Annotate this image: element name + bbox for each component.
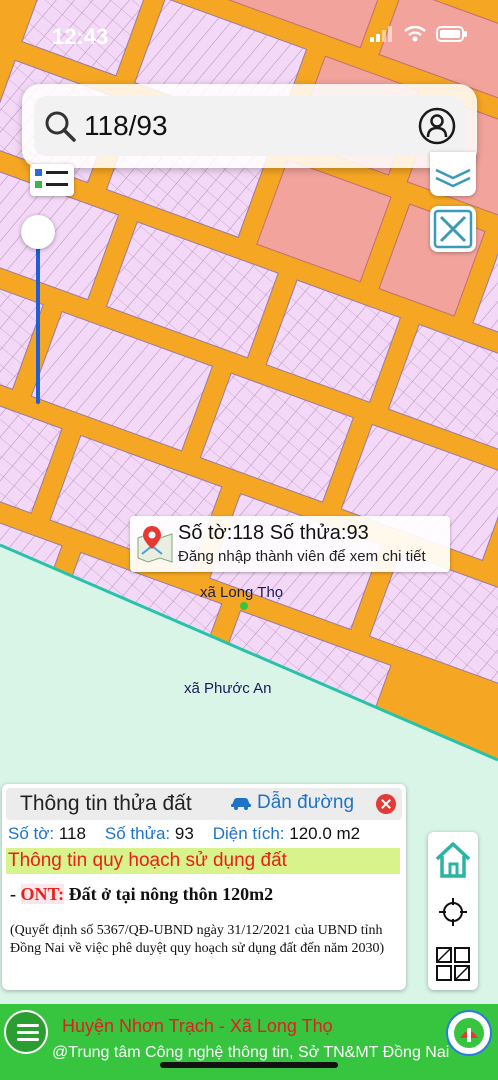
signal-icon <box>370 26 392 42</box>
directions-label: Dẫn đường <box>257 792 355 813</box>
commune-label-long-tho: xã Long Thọ <box>200 584 284 601</box>
info-panel-header: Thông tin thửa đất Dẫn đường <box>6 788 402 820</box>
sheet-label: Số tờ: <box>8 824 55 843</box>
grid-map-icon <box>436 947 470 981</box>
parcel-number-label: Số thửa: <box>104 824 171 843</box>
home-icon <box>435 842 471 878</box>
parcel-details-row: Số tờ: 118 Số thửa: 93 Diện tích: 120.0 … <box>8 824 360 844</box>
area-value: 120.0 m2 <box>289 824 361 843</box>
menu-icon-line <box>17 1038 39 1041</box>
search-input[interactable] <box>84 106 384 146</box>
status-icons <box>370 26 468 42</box>
locate-me-button[interactable] <box>428 886 478 938</box>
ruler-icon <box>433 209 473 249</box>
search-bar <box>22 84 477 168</box>
menu-icon-line <box>17 1024 39 1027</box>
footer-bar: Huyện Nhơn Trạch - Xã Long Thọ @Trung tâ… <box>0 1004 498 1080</box>
measure-tool-button[interactable] <box>430 206 476 252</box>
parcel-info-panel: Thông tin thửa đất Dẫn đường Số tờ: 118 … <box>2 784 406 990</box>
footer-district: Huyện Nhơn Trạch - Xã Long Thọ <box>62 1016 333 1036</box>
car-icon <box>231 798 251 810</box>
commune-label-phuoc-an: xã Phước An <box>184 680 272 697</box>
sheet-value: 118 <box>58 824 86 843</box>
area-label: Diện tích: <box>212 824 285 843</box>
map-pin-icon <box>137 526 173 563</box>
search-icon <box>45 111 76 142</box>
account-icon[interactable] <box>417 106 457 146</box>
land-use-plan-heading-text: Thông tin quy hoạch sử dụng đất <box>8 850 287 871</box>
layer-list-button[interactable] <box>30 164 74 196</box>
search-field[interactable] <box>34 96 465 156</box>
wifi-icon <box>404 26 426 42</box>
menu-button[interactable] <box>4 1010 48 1054</box>
info-panel-title: Thông tin thửa đất <box>20 792 192 815</box>
zone-prefix: - <box>10 884 21 904</box>
directions-button[interactable]: Dẫn đường <box>230 792 354 814</box>
status-bar: 12:43 <box>0 0 498 70</box>
department-logo-icon <box>446 1010 492 1056</box>
home-button[interactable] <box>428 834 478 886</box>
zone-line: - ONT: Đất ở tại nông thôn 120m2 <box>10 884 273 905</box>
parcel-popup[interactable]: Số tờ:118 Số thửa:93 Đăng nhập thành viê… <box>130 516 450 572</box>
zone-code: ONT: <box>20 884 65 904</box>
close-icon[interactable] <box>376 794 396 814</box>
plan-decision-text: (Quyết định số 5367/QĐ-UBND ngày 31/12/2… <box>10 923 385 956</box>
menu-icon-line <box>17 1031 39 1034</box>
land-use-plan-heading: Thông tin quy hoạch sử dụng đất <box>6 848 400 874</box>
zoom-slider-track[interactable] <box>36 228 40 404</box>
crosshair-icon <box>439 898 467 926</box>
popup-title: Số tờ:118 Số thửa:93 <box>178 522 369 544</box>
parcel-grid-button[interactable] <box>428 938 478 990</box>
zoom-slider-handle[interactable] <box>21 215 55 249</box>
parcel-number-value: 93 <box>174 824 194 843</box>
home-indicator <box>160 1062 338 1068</box>
status-time: 12:43 <box>52 24 109 49</box>
map-nav-stack <box>428 832 478 990</box>
footer-credit: @Trung tâm Công nghệ thông tin, Sở TN&MT… <box>52 1044 450 1061</box>
popup-login-hint[interactable]: Đăng nhập thành viên để xem chi tiết <box>178 548 426 565</box>
layer-list-icon <box>35 169 68 188</box>
layers-icon <box>435 168 471 188</box>
map-layers-button[interactable] <box>430 152 476 196</box>
logo-graphic <box>454 1018 484 1048</box>
battery-icon <box>436 26 467 42</box>
zone-description: Đất ở tại nông thôn 120m2 <box>64 884 274 904</box>
